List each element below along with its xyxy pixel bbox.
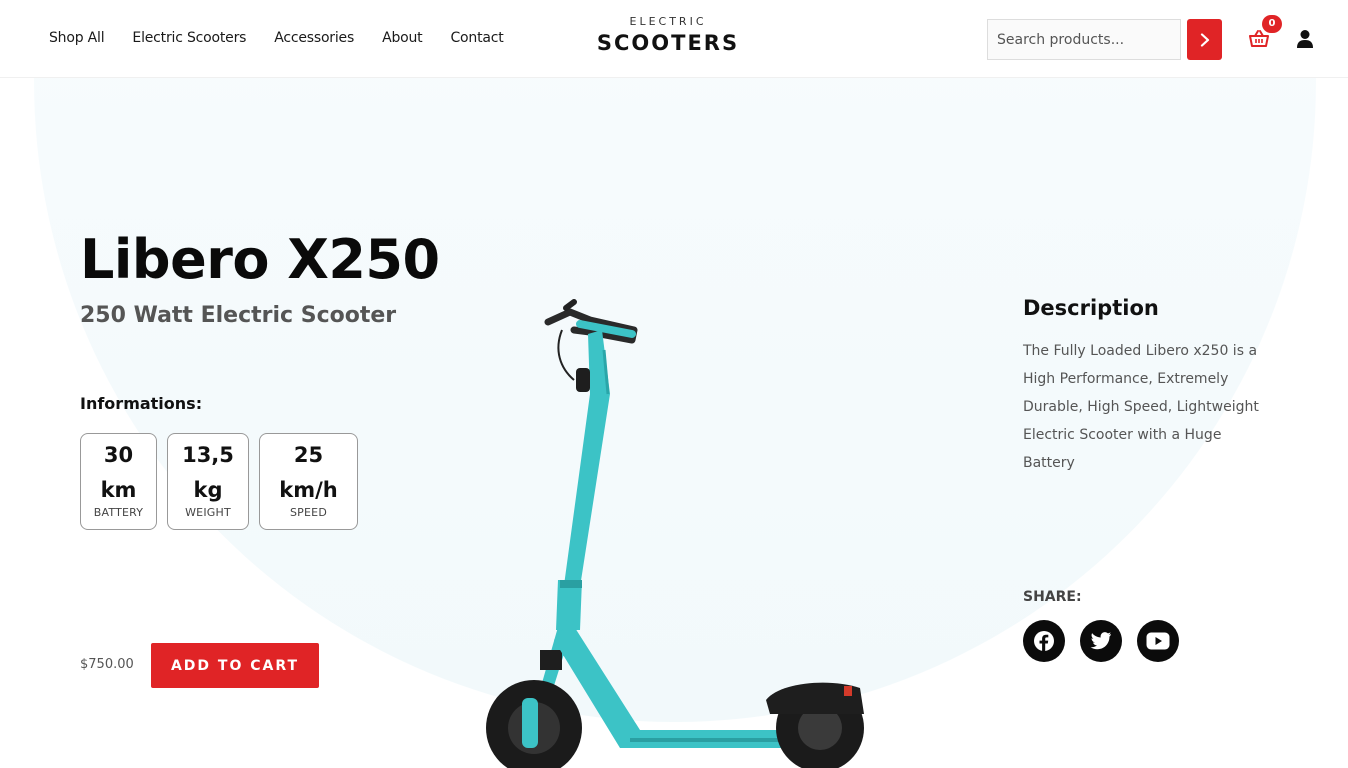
product-price: $750.00 [80,657,134,672]
description-text: The Fully Loaded Libero x250 is a High P… [1023,343,1259,471]
spec-speed: 25 km/h SPEED [259,433,358,530]
search-input[interactable] [987,19,1181,60]
logo-top-text: ELECTRIC [629,15,707,28]
share-facebook-button[interactable] [1023,620,1065,662]
nav-electric-scooters[interactable]: Electric Scooters [132,30,246,46]
product-subtitle: 250 Watt Electric Scooter [80,303,397,328]
spec-weight: 13,5 kg WEIGHT [167,433,249,530]
spec-battery-unit: km [100,478,137,502]
spec-speed-label: SPEED [290,506,327,519]
spec-weight-label: WEIGHT [185,506,231,519]
spec-speed-unit: km/h [279,478,338,502]
main-nav: Shop All Electric Scooters Accessories A… [49,30,532,46]
cart-count-badge: 0 [1262,15,1282,33]
spec-weight-unit: kg [193,478,223,502]
facebook-icon [1034,631,1054,651]
spec-battery-value: 30 [103,443,134,467]
twitter-icon [1090,632,1112,650]
logo-main-text: SCOOTERS [596,31,740,55]
youtube-icon [1146,632,1170,650]
nav-shop-all[interactable]: Shop All [49,30,105,46]
chevron-right-icon [1200,32,1209,47]
site-header: Shop All Electric Scooters Accessories A… [0,0,1348,78]
share-label: SHARE: [1023,589,1082,605]
informations-label: Informations: [80,394,203,413]
nav-contact[interactable]: Contact [450,30,503,46]
add-to-cart-button[interactable]: ADD TO CART [151,643,319,688]
account-button[interactable] [1296,29,1314,49]
site-logo[interactable]: ELECTRIC SCOOTERS [594,15,742,55]
spec-battery-label: BATTERY [93,506,144,519]
spec-weight-value: 13,5 [182,443,234,467]
search-submit-button[interactable] [1187,19,1222,60]
scooter-image [486,299,864,768]
description-title: Description [1023,296,1159,320]
user-icon [1297,30,1313,48]
nav-accessories[interactable]: Accessories [274,30,354,46]
spec-battery: 30 km BATTERY [80,433,157,530]
share-twitter-button[interactable] [1080,620,1122,662]
nav-about[interactable]: About [382,30,423,46]
spec-speed-value: 25 [293,443,324,467]
share-youtube-button[interactable] [1137,620,1179,662]
product-title: Libero X250 [80,228,440,291]
